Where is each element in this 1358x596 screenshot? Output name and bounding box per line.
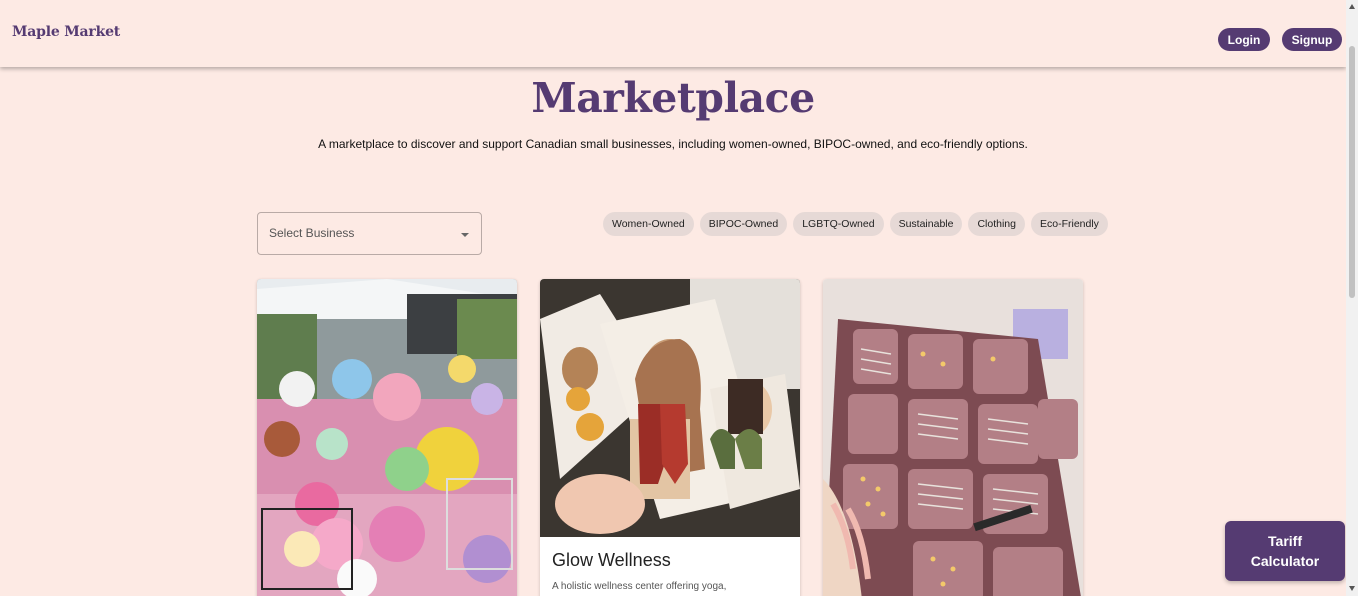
business-card[interactable] bbox=[823, 279, 1083, 596]
scroll-down-arrow-icon[interactable] bbox=[1349, 586, 1355, 591]
card-title[interactable]: Glow Wellness bbox=[552, 550, 788, 571]
tag-lgbtq-owned[interactable]: LGBTQ-Owned bbox=[793, 212, 884, 236]
clay-earrings-photo bbox=[540, 279, 800, 537]
tag-clothing[interactable]: Clothing bbox=[968, 212, 1025, 236]
business-select-label: Select Business bbox=[269, 226, 355, 240]
scroll-up-arrow-icon[interactable] bbox=[1349, 4, 1355, 9]
tag-sustainable[interactable]: Sustainable bbox=[889, 212, 963, 236]
business-select[interactable]: Select Business bbox=[257, 212, 482, 255]
page-title: Marketplace bbox=[531, 74, 815, 122]
tag-women-owned[interactable]: Women-Owned bbox=[603, 212, 694, 236]
page-subtitle: A marketplace to discover and support Ca… bbox=[318, 137, 1028, 151]
card-body: Glow Wellness A holistic wellness center… bbox=[540, 537, 800, 596]
signup-button[interactable]: Signup bbox=[1282, 28, 1342, 51]
top-navbar: Maple Market Login Signup bbox=[0, 0, 1346, 67]
chevron-down-icon bbox=[461, 233, 469, 237]
tag-bipoc-owned[interactable]: BIPOC-Owned bbox=[699, 212, 788, 236]
login-button[interactable]: Login bbox=[1218, 28, 1270, 51]
tariff-label-line1: Tariff bbox=[1268, 533, 1302, 549]
filter-tags: Women-Owned BIPOC-Owned LGBTQ-Owned Sust… bbox=[603, 212, 1108, 236]
crochet-plushies-photo bbox=[257, 279, 517, 596]
tag-eco-friendly[interactable]: Eco-Friendly bbox=[1030, 212, 1108, 236]
page-scrollbar[interactable] bbox=[1346, 0, 1358, 596]
card-description: A holistic wellness center offering yoga… bbox=[552, 581, 727, 592]
scroll-thumb[interactable] bbox=[1349, 46, 1355, 298]
business-card[interactable] bbox=[257, 279, 517, 596]
business-card[interactable]: Glow Wellness A holistic wellness center… bbox=[540, 279, 800, 596]
site-logo[interactable]: Maple Market bbox=[12, 24, 120, 40]
tariff-label-line2: Calculator bbox=[1250, 553, 1320, 569]
jewelry-tray-photo bbox=[823, 279, 1083, 596]
tariff-calculator-button[interactable]: Tariff Calculator bbox=[1225, 521, 1345, 581]
